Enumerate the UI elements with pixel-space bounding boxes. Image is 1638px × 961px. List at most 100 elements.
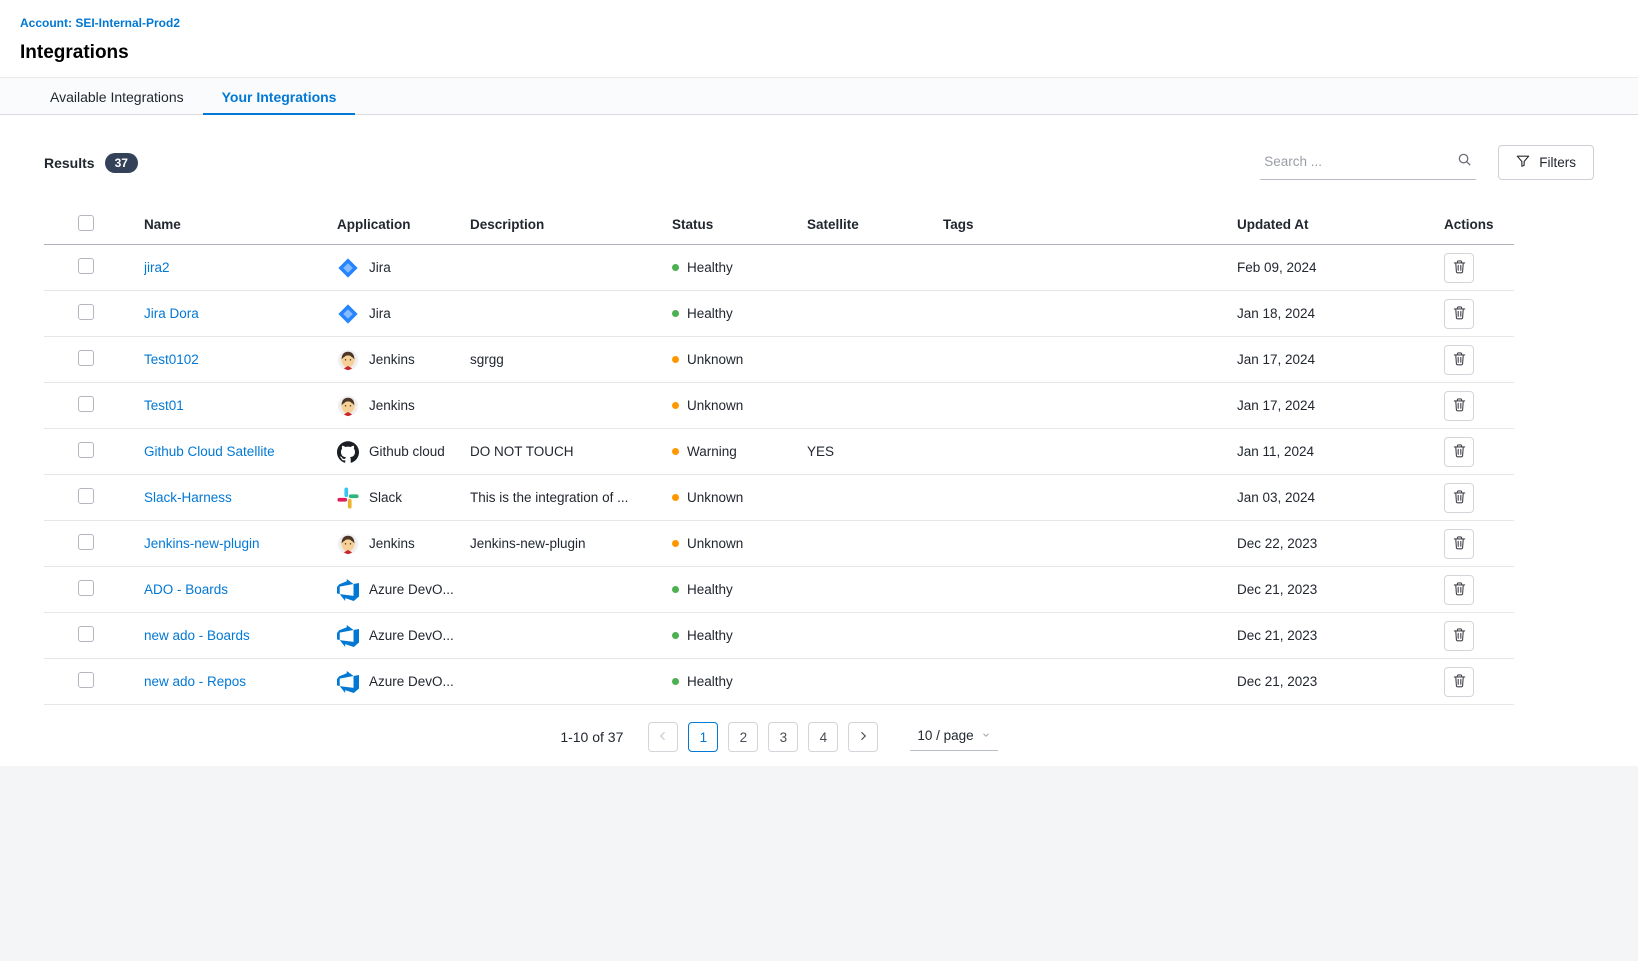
filters-button-label: Filters	[1539, 155, 1576, 170]
jenkins-icon	[337, 349, 359, 371]
table-row: new ado - Repos Azure DevO... Healthy De…	[44, 659, 1514, 705]
pagination-prev-button[interactable]	[648, 722, 678, 752]
account-link[interactable]: Account: SEI-Internal-Prod2	[20, 16, 180, 30]
updated-at-text: Jan 18, 2024	[1237, 306, 1436, 321]
updated-at-text: Dec 22, 2023	[1237, 536, 1436, 551]
pagination-page-2[interactable]: 2	[728, 722, 758, 752]
status-text: Unknown	[687, 352, 743, 367]
status-text: Unknown	[687, 490, 743, 505]
integration-name-link[interactable]: Test0102	[144, 352, 199, 367]
column-header-name: Name	[144, 217, 337, 232]
search-input[interactable]	[1262, 153, 1449, 170]
row-checkbox[interactable]	[78, 350, 94, 366]
slack-icon	[337, 487, 359, 509]
delete-button[interactable]	[1444, 253, 1474, 283]
row-checkbox[interactable]	[78, 534, 94, 550]
table-row: Github Cloud Satellite Github cloud DO N…	[44, 429, 1514, 475]
delete-button[interactable]	[1444, 667, 1474, 697]
integration-name-link[interactable]: ADO - Boards	[144, 582, 228, 597]
row-checkbox[interactable]	[78, 396, 94, 412]
status-dot	[672, 586, 679, 593]
description-text: This is the integration of ...	[470, 490, 672, 505]
application-label: Jira	[369, 306, 391, 321]
application-label: Azure DevO...	[369, 582, 454, 597]
search-box	[1260, 146, 1476, 180]
results-summary: Results 37	[44, 153, 138, 173]
updated-at-text: Jan 11, 2024	[1237, 444, 1436, 459]
row-checkbox[interactable]	[78, 488, 94, 504]
page: Account: SEI-Internal-Prod2 Integrations…	[0, 0, 1638, 766]
delete-button[interactable]	[1444, 483, 1474, 513]
application-label: Jenkins	[369, 352, 415, 367]
column-header-status: Status	[672, 217, 807, 232]
column-header-description: Description	[470, 217, 672, 232]
integration-name-link[interactable]: jira2	[144, 260, 170, 275]
row-checkbox[interactable]	[78, 258, 94, 274]
status-dot	[672, 494, 679, 501]
pagination-range-label: 1-10 of 37	[560, 729, 623, 745]
delete-button[interactable]	[1444, 437, 1474, 467]
tab-your-integrations[interactable]: Your Integrations	[203, 78, 356, 115]
application-label: Jira	[369, 260, 391, 275]
application-label: Github cloud	[369, 444, 445, 459]
github-icon	[337, 441, 359, 463]
pagination-page-3[interactable]: 3	[768, 722, 798, 752]
table-row: Slack-Harness Slack This is the integrat…	[44, 475, 1514, 521]
status-dot	[672, 540, 679, 547]
pagination-next-button[interactable]	[848, 722, 878, 752]
jira-icon	[337, 303, 359, 325]
integration-name-link[interactable]: new ado - Boards	[144, 628, 250, 643]
updated-at-text: Dec 21, 2023	[1237, 628, 1436, 643]
status-dot	[672, 356, 679, 363]
description-text: Jenkins-new-plugin	[470, 536, 672, 551]
filters-button[interactable]: Filters	[1498, 145, 1594, 180]
row-checkbox[interactable]	[78, 672, 94, 688]
delete-button[interactable]	[1444, 345, 1474, 375]
trash-icon	[1452, 673, 1467, 691]
delete-button[interactable]	[1444, 621, 1474, 651]
status-dot	[672, 310, 679, 317]
integration-name-link[interactable]: new ado - Repos	[144, 674, 246, 689]
integration-name-link[interactable]: Slack-Harness	[144, 490, 232, 505]
integration-name-link[interactable]: Github Cloud Satellite	[144, 444, 275, 459]
application-label: Jenkins	[369, 398, 415, 413]
delete-button[interactable]	[1444, 391, 1474, 421]
row-checkbox[interactable]	[78, 580, 94, 596]
updated-at-text: Feb 09, 2024	[1237, 260, 1436, 275]
column-header-updated-at: Updated At	[1237, 217, 1436, 232]
jenkins-icon	[337, 533, 359, 555]
row-checkbox[interactable]	[78, 626, 94, 642]
status-text: Healthy	[687, 674, 733, 689]
tab-available-integrations[interactable]: Available Integrations	[31, 78, 203, 115]
status-text: Healthy	[687, 260, 733, 275]
delete-button[interactable]	[1444, 575, 1474, 605]
trash-icon	[1452, 627, 1467, 645]
page-header: Account: SEI-Internal-Prod2 Integrations	[0, 0, 1638, 78]
status-dot	[672, 678, 679, 685]
jira-icon	[337, 257, 359, 279]
trash-icon	[1452, 535, 1467, 553]
search-icon	[1457, 152, 1472, 172]
table-row: Test01 Jenkins Unknown Jan 17, 2024	[44, 383, 1514, 429]
integration-name-link[interactable]: Test01	[144, 398, 184, 413]
description-text: DO NOT TOUCH	[470, 444, 672, 459]
pagination-page-4[interactable]: 4	[808, 722, 838, 752]
status-dot	[672, 632, 679, 639]
integration-name-link[interactable]: Jira Dora	[144, 306, 199, 321]
select-all-checkbox[interactable]	[78, 215, 94, 231]
row-checkbox[interactable]	[78, 442, 94, 458]
status-text: Warning	[687, 444, 737, 459]
status-text: Healthy	[687, 628, 733, 643]
page-size-select[interactable]: 10 / page	[910, 723, 997, 751]
delete-button[interactable]	[1444, 299, 1474, 329]
trash-icon	[1452, 397, 1467, 415]
delete-button[interactable]	[1444, 529, 1474, 559]
azure-icon	[337, 579, 359, 601]
jenkins-icon	[337, 395, 359, 417]
pagination-page-1[interactable]: 1	[688, 722, 718, 752]
chevron-left-icon	[657, 730, 669, 745]
row-checkbox[interactable]	[78, 304, 94, 320]
trash-icon	[1452, 581, 1467, 599]
integration-name-link[interactable]: Jenkins-new-plugin	[144, 536, 260, 551]
application-label: Slack	[369, 490, 402, 505]
